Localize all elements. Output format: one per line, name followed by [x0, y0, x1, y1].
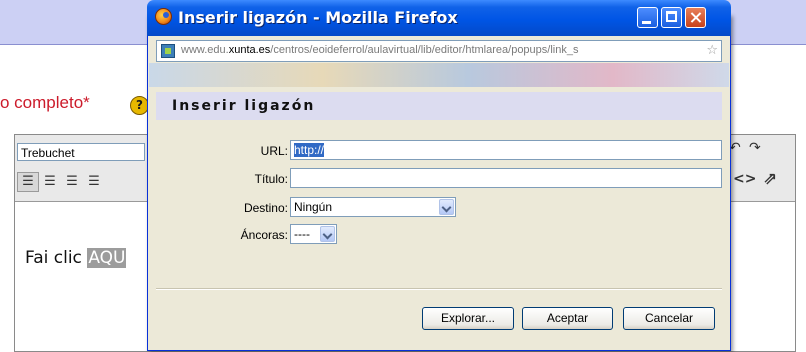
cancel-button[interactable]: Cancelar — [623, 307, 715, 330]
firefox-icon — [155, 8, 172, 25]
target-label: Destino: — [243, 201, 288, 215]
window-titlebar[interactable]: Inserir ligazón - Mozilla Firefox — [147, 0, 731, 36]
anchors-select-value: ---- — [294, 227, 310, 241]
align-left-icon[interactable]: ☰ — [17, 172, 39, 192]
window-title: Inserir ligazón - Mozilla Firefox — [178, 8, 458, 27]
anchors-label: Áncoras: — [240, 228, 288, 242]
url-text: www.edu.xunta.es/centros/eoideferrol/aul… — [181, 44, 579, 56]
chevron-down-icon[interactable] — [439, 199, 454, 215]
maximize-button[interactable] — [661, 7, 682, 28]
fullname-field-label: o completo* — [0, 93, 90, 113]
url-label: URL: — [260, 144, 288, 158]
redo-icon[interactable]: ↷ — [749, 140, 761, 156]
popup-window: Inserir ligazón - Mozilla Firefox www.ed… — [147, 0, 731, 351]
dialog-title: Inserir ligazón — [172, 98, 316, 114]
dialog-body: URL: http:// Título: Destino: Ningún Ánc… — [156, 120, 722, 350]
chevron-down-icon[interactable] — [320, 226, 335, 242]
font-family-select[interactable]: Trebuchet — [17, 143, 145, 161]
anchors-select[interactable]: ---- — [290, 224, 337, 244]
target-select-value: Ningún — [294, 200, 333, 214]
url-input[interactable]: http:// — [290, 140, 722, 160]
url-bar[interactable]: www.edu.xunta.es/centros/eoideferrol/aul… — [156, 40, 722, 62]
required-mark: * — [83, 93, 90, 112]
field-label-text: o completo — [0, 93, 84, 112]
close-button[interactable] — [685, 7, 706, 28]
align-justify-icon[interactable]: ☰ — [83, 172, 105, 192]
background-banner — [149, 63, 729, 87]
target-select[interactable]: Ningún — [290, 197, 456, 217]
site-icon — [161, 44, 175, 58]
ok-button[interactable]: Aceptar — [522, 307, 613, 330]
editor-selected-text: AQU — [87, 248, 127, 268]
align-center-icon[interactable]: ☰ — [39, 172, 61, 192]
dialog-header: Inserir ligazón — [156, 92, 722, 121]
html-source-icon[interactable]: <> — [733, 171, 756, 187]
editor-content[interactable]: Fai clic AQU — [25, 248, 127, 268]
url-input-value: http:// — [294, 143, 325, 157]
title-label: Título: — [254, 172, 288, 186]
minimize-button[interactable] — [637, 7, 658, 28]
browse-button[interactable]: Explorar... — [422, 307, 514, 330]
dialog-separator — [156, 288, 722, 290]
title-input[interactable] — [290, 168, 722, 188]
align-right-icon[interactable]: ☰ — [61, 172, 83, 192]
bookmark-star-icon[interactable]: ☆ — [706, 43, 718, 58]
fullscreen-icon[interactable]: ⇗ — [763, 169, 777, 189]
editor-text: Fai clic — [25, 248, 88, 268]
